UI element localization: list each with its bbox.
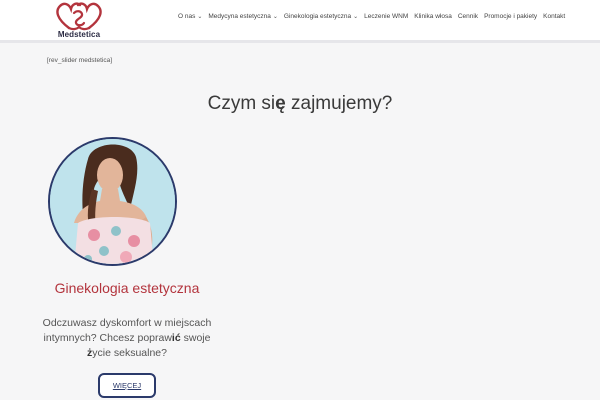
more-button[interactable]: WIĘCEJ xyxy=(98,373,156,398)
nav-item-cennik[interactable]: Cennik xyxy=(458,13,478,20)
chevron-down-icon: ⌄ xyxy=(197,13,203,20)
card-description: Odczuwasz dyskomfort w miejscach intymny… xyxy=(42,317,212,359)
nav-item-leczenie-wnm[interactable]: Leczenie WNM xyxy=(364,13,408,20)
heart-logo-icon xyxy=(56,2,102,31)
card-title[interactable]: Ginekologia estetyczna xyxy=(0,280,254,296)
logo[interactable]: Medstetica xyxy=(50,1,108,42)
nav-item-ginekologia-estetyczna[interactable]: Ginekologia estetyczna ⌄ xyxy=(284,13,358,20)
slider-shortcode-text: [rev_slider medstetica] xyxy=(47,57,113,64)
chevron-down-icon: ⌄ xyxy=(353,13,359,20)
section-title: Czym się zajmujemy? xyxy=(207,93,393,114)
site-header: Medstetica O nas ⌄ Medycyna estetyczna ⌄ G… xyxy=(0,0,600,43)
nav-item-medycyna-estetyczna[interactable]: Medycyna estetyczna ⌄ xyxy=(208,13,278,20)
chevron-down-icon: ⌄ xyxy=(272,13,278,20)
nav-item-o-nas[interactable]: O nas ⌄ xyxy=(178,13,202,20)
main-nav: O nas ⌄ Medycyna estetyczna ⌄ Ginekologia … xyxy=(178,10,571,22)
woman-photo-icon xyxy=(50,139,175,264)
logo-text: Medstetica xyxy=(57,30,101,39)
service-image[interactable] xyxy=(48,137,177,266)
nav-item-klinika-wlosa[interactable]: Klinika włosa xyxy=(414,13,452,20)
nav-item-promocje[interactable]: Promocje i pakiety xyxy=(484,13,537,20)
nav-item-kontakt[interactable]: Kontakt xyxy=(543,13,565,20)
